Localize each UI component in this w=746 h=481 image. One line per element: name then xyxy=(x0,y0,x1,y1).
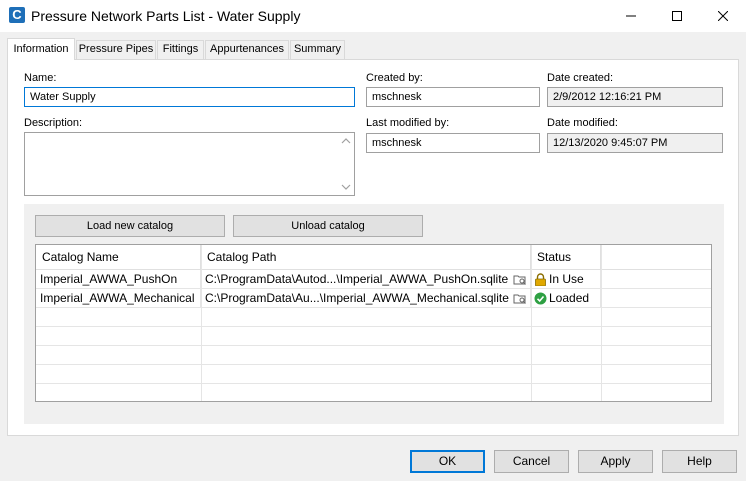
window-title: Pressure Network Parts List - Water Supp… xyxy=(31,8,301,24)
check-circle-icon xyxy=(534,292,547,305)
table-row-empty xyxy=(36,365,711,384)
unload-catalog-button[interactable]: Unload catalog xyxy=(233,215,423,237)
column-header-empty xyxy=(601,245,711,270)
tab-fittings[interactable]: Fittings xyxy=(157,40,204,59)
column-divider xyxy=(201,245,202,401)
date-created-label: Date created: xyxy=(547,72,614,84)
created-by-label: Created by: xyxy=(366,72,423,84)
browse-folder-icon[interactable] xyxy=(513,273,527,286)
table-row-empty xyxy=(36,327,711,346)
last-modified-by-field: mschnesk xyxy=(366,133,540,153)
maximize-icon xyxy=(672,11,682,21)
catalog-name-cell: Imperial_AWWA_Mechanical xyxy=(36,289,201,308)
catalog-section: Load new catalog Unload catalog Catalog … xyxy=(24,204,724,424)
close-icon xyxy=(718,11,728,21)
scroll-down-icon[interactable] xyxy=(341,183,351,191)
information-panel: Name: Water Supply Description: Created … xyxy=(7,59,739,436)
name-label: Name: xyxy=(24,72,57,84)
table-row[interactable]: Imperial_AWWA_PushOn C:\ProgramData\Auto… xyxy=(36,270,711,289)
last-modified-by-label: Last modified by: xyxy=(366,117,450,129)
table-row-empty xyxy=(36,308,711,327)
catalog-grid: Catalog Name Catalog Path Status Imperia… xyxy=(35,244,712,402)
column-divider xyxy=(601,245,602,401)
tab-appurtenances[interactable]: Appurtenances xyxy=(205,40,289,59)
cancel-button[interactable]: Cancel xyxy=(494,450,569,473)
date-created-field: 2/9/2012 12:16:21 PM xyxy=(547,87,723,107)
maximize-button[interactable] xyxy=(654,0,700,32)
description-textarea[interactable] xyxy=(24,132,355,196)
scroll-up-icon[interactable] xyxy=(341,137,351,145)
column-divider xyxy=(531,245,532,401)
help-button[interactable]: Help xyxy=(662,450,737,473)
ok-button[interactable]: OK xyxy=(410,450,485,473)
close-button[interactable] xyxy=(700,0,746,32)
tab-summary[interactable]: Summary xyxy=(290,40,345,59)
civil3d-app-icon: C xyxy=(9,7,25,23)
browse-folder-icon[interactable] xyxy=(513,292,527,305)
description-label: Description: xyxy=(24,117,83,129)
lock-icon xyxy=(535,273,546,286)
table-row-empty xyxy=(36,384,711,401)
minimize-button[interactable] xyxy=(608,0,654,32)
table-row-empty xyxy=(36,346,711,365)
name-input[interactable]: Water Supply xyxy=(24,87,355,107)
catalog-path-cell: C:\ProgramData\Autod...\Imperial_AWWA_Pu… xyxy=(201,270,531,289)
date-modified-field: 12/13/2020 9:45:07 PM xyxy=(547,133,723,153)
title-bar: C Pressure Network Parts List - Water Su… xyxy=(0,0,746,32)
created-by-field: mschnesk xyxy=(366,87,540,107)
load-new-catalog-button[interactable]: Load new catalog xyxy=(35,215,225,237)
table-row[interactable]: Imperial_AWWA_Mechanical C:\ProgramData\… xyxy=(36,289,711,308)
apply-button[interactable]: Apply xyxy=(578,450,653,473)
column-header-status[interactable]: Status xyxy=(531,245,601,270)
column-header-catalog-path[interactable]: Catalog Path xyxy=(201,245,531,270)
tab-pressure-pipes[interactable]: Pressure Pipes xyxy=(76,40,156,59)
catalog-name-cell: Imperial_AWWA_PushOn xyxy=(36,270,201,289)
minimize-icon xyxy=(626,15,636,17)
column-header-catalog-name[interactable]: Catalog Name xyxy=(36,245,201,270)
date-modified-label: Date modified: xyxy=(547,117,618,129)
tab-information[interactable]: Information xyxy=(7,38,75,60)
catalog-path-cell: C:\ProgramData\Au...\Imperial_AWWA_Mecha… xyxy=(201,289,531,308)
